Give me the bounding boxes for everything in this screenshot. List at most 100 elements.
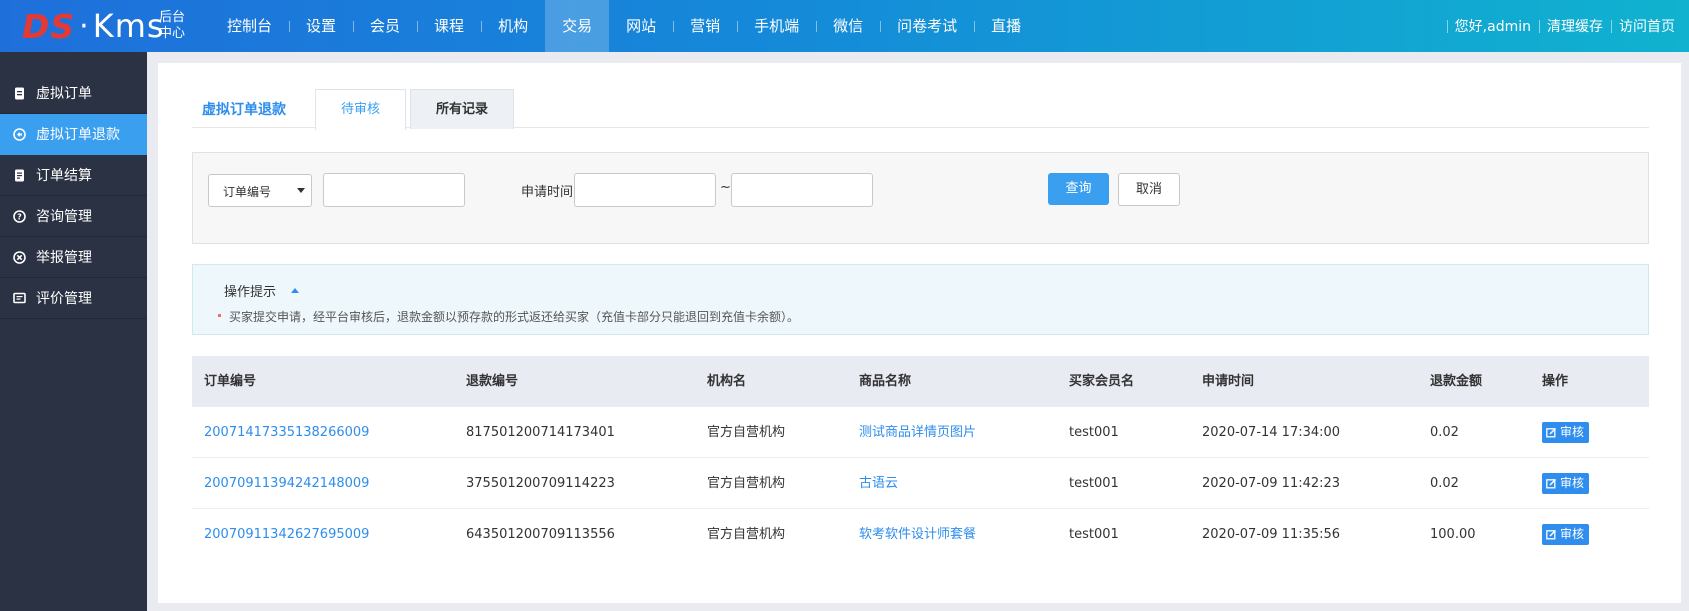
comment-icon [12, 291, 26, 305]
refund-amount: 100.00 [1430, 527, 1476, 542]
sidebar-item-order-settlement[interactable]: 订单结算 [0, 155, 147, 196]
top-header: DS · Kms 后台中心 控制台 设置 会员 课程 机构 交易 网站 营销 手… [0, 0, 1689, 52]
cancel-button[interactable]: 取消 [1118, 173, 1180, 206]
nav-item-members[interactable]: 会员 [353, 0, 417, 52]
edit-icon [1546, 427, 1557, 438]
clear-cache-link[interactable]: 清理缓存 [1539, 16, 1611, 36]
operation-tips: 操作提示 买家提交申请，经平台审核后，退款金额以预存款的形式返还给买家（充值卡部… [192, 264, 1649, 335]
institution-name: 官方自营机构 [707, 527, 786, 542]
tips-text: 买家提交申请，经平台审核后，退款金额以预存款的形式返还给买家（充值卡部分只能退回… [229, 310, 800, 324]
product-name-link[interactable]: 测试商品详情页图片 [859, 407, 976, 458]
caret-up-icon[interactable] [291, 288, 299, 293]
refund-number: 643501200709113556 [466, 527, 615, 542]
logo-dot: · [79, 8, 89, 44]
sidebar-item-label: 订单结算 [36, 168, 92, 184]
tab-pending-review[interactable]: 待审核 [315, 89, 406, 130]
table-header: 订单编号 退款编号 机构名 商品名称 买家会员名 申请时间 退款金额 操作 [192, 356, 1649, 407]
audit-label: 审核 [1560, 527, 1585, 541]
institution-name: 官方自营机构 [707, 425, 786, 440]
tab-all-records[interactable]: 所有记录 [410, 89, 514, 129]
main-panel: 虚拟订单退款 待审核 所有记录 订单编号 申请时间 ~ 查询 取消 操作提示 买… [158, 63, 1681, 603]
table-row: 20071417335138266009 817501200714173401 … [192, 407, 1649, 458]
apply-time: 2020-07-14 17:34:00 [1202, 425, 1341, 440]
logo-subtitle: 后台中心 [159, 10, 186, 41]
sidebar-item-review-management[interactable]: 评价管理 [0, 278, 147, 319]
table-row: 20070911342627695009 643501200709113556 … [192, 509, 1649, 560]
column-header: 买家会员名 [1069, 374, 1135, 389]
sidebar-item-label: 虚拟订单 [36, 86, 92, 102]
query-button[interactable]: 查询 [1048, 173, 1109, 205]
settlement-icon [12, 168, 26, 182]
svg-text:?: ? [17, 212, 22, 221]
report-icon [12, 250, 26, 264]
date-to-input[interactable] [731, 173, 873, 207]
nav-item-marketing[interactable]: 营销 [673, 0, 737, 52]
tab-bar: 虚拟订单退款 待审核 所有记录 [192, 86, 1649, 130]
sidebar-item-label: 咨询管理 [36, 209, 92, 225]
date-range-separator: ~ [720, 180, 731, 195]
edit-icon [1546, 529, 1557, 540]
refund-number: 375501200709114223 [466, 476, 615, 491]
tips-title[interactable]: 操作提示 [224, 281, 276, 300]
visit-home-link[interactable]: 访问首页 [1611, 16, 1683, 36]
column-header: 商品名称 [859, 374, 912, 389]
logo-kms-text: Kms [92, 7, 165, 45]
logo-ds-text: DS [22, 6, 76, 46]
document-icon [12, 86, 26, 100]
greeting-link[interactable]: 您好,admin [1446, 16, 1539, 36]
header-user-links: 您好,admin 清理缓存 访问首页 [1446, 0, 1683, 52]
nav-item-courses[interactable]: 课程 [417, 0, 481, 52]
institution-name: 官方自营机构 [707, 476, 786, 491]
nav-item-wechat[interactable]: 微信 [816, 0, 880, 52]
column-header: 机构名 [707, 374, 747, 389]
column-header: 申请时间 [1202, 374, 1255, 389]
nav-item-dashboard[interactable]: 控制台 [210, 0, 289, 52]
product-name-link[interactable]: 古语云 [859, 458, 898, 509]
chevron-down-icon [297, 188, 305, 193]
search-field-select-value: 订单编号 [223, 185, 272, 199]
nav-item-website[interactable]: 网站 [609, 0, 673, 52]
search-field-select[interactable]: 订单编号 [208, 174, 312, 207]
audit-label: 审核 [1560, 425, 1585, 439]
buyer-name: test001 [1069, 476, 1119, 491]
audit-button[interactable]: 审核 [1542, 473, 1590, 494]
search-input[interactable] [323, 173, 465, 207]
apply-time-label: 申请时间 [521, 185, 574, 200]
audit-button[interactable]: 审核 [1542, 524, 1590, 545]
logo[interactable]: DS · Kms [22, 6, 165, 46]
audit-button[interactable]: 审核 [1542, 422, 1590, 443]
refund-amount: 0.02 [1430, 425, 1459, 440]
sidebar-item-virtual-orders[interactable]: 虚拟订单 [0, 73, 147, 114]
audit-label: 审核 [1560, 476, 1585, 490]
edit-icon [1546, 478, 1557, 489]
order-number-link[interactable]: 20071417335138266009 [204, 407, 369, 458]
order-number-link[interactable]: 20070911342627695009 [204, 509, 369, 560]
column-header: 退款金额 [1430, 374, 1483, 389]
sidebar: 虚拟订单 虚拟订单退款 订单结算 ? 咨询管理 举报管理 评价管理 [0, 52, 147, 611]
date-from-input[interactable] [574, 173, 716, 207]
nav-item-mobile[interactable]: 手机端 [737, 0, 816, 52]
page-title: 虚拟订单退款 [202, 102, 286, 118]
column-header: 操作 [1542, 374, 1569, 389]
filter-bar: 订单编号 申请时间 ~ 查询 取消 [192, 152, 1649, 244]
refund-table: 订单编号 退款编号 机构名 商品名称 买家会员名 申请时间 退款金额 操作 20… [192, 356, 1649, 560]
bullet-icon [218, 314, 221, 317]
question-icon: ? [12, 209, 26, 223]
sidebar-item-report-management[interactable]: 举报管理 [0, 237, 147, 278]
sidebar-item-label: 虚拟订单退款 [36, 127, 120, 143]
buyer-name: test001 [1069, 527, 1119, 542]
product-name-link[interactable]: 软考软件设计师套餐 [859, 509, 976, 560]
nav-item-trade[interactable]: 交易 [545, 0, 610, 52]
order-number-link[interactable]: 20070911394242148009 [204, 458, 369, 509]
column-header: 退款编号 [466, 374, 519, 389]
nav-item-survey-exam[interactable]: 问卷考试 [880, 0, 974, 52]
sidebar-item-consult-management[interactable]: ? 咨询管理 [0, 196, 147, 237]
apply-time: 2020-07-09 11:42:23 [1202, 476, 1341, 491]
nav-item-settings[interactable]: 设置 [289, 0, 353, 52]
nav-item-institutions[interactable]: 机构 [481, 0, 545, 52]
nav-item-live[interactable]: 直播 [974, 0, 1038, 52]
sidebar-item-label: 举报管理 [36, 250, 92, 266]
apply-time: 2020-07-09 11:35:56 [1202, 527, 1341, 542]
column-header: 订单编号 [204, 374, 257, 389]
sidebar-item-virtual-order-refund[interactable]: 虚拟订单退款 [0, 114, 147, 155]
